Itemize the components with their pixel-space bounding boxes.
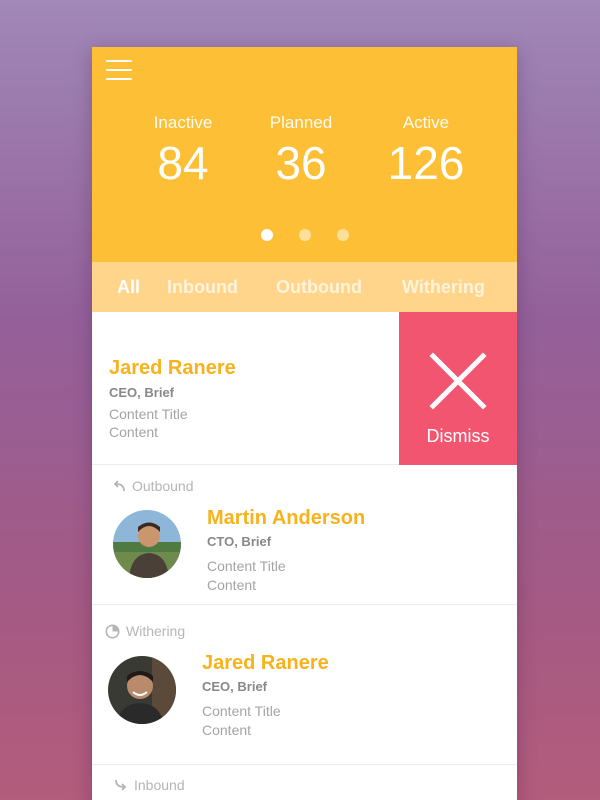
- category-tag: Outbound: [112, 478, 194, 494]
- tab-outbound[interactable]: Outbound: [276, 277, 362, 298]
- page-dot-3[interactable]: [336, 229, 349, 241]
- dismiss-label: Dismiss: [426, 426, 490, 446]
- hamburger-menu-icon[interactable]: [106, 60, 132, 82]
- page-indicator: [92, 229, 517, 241]
- page-dot-1[interactable]: [260, 229, 273, 241]
- category-tag: Inbound: [114, 777, 185, 793]
- header: Inactive 84 Planned 36 Active 126: [92, 47, 517, 262]
- inbound-arrow-icon: [115, 779, 127, 791]
- stat-label: Active: [402, 113, 450, 132]
- avatar[interactable]: [113, 510, 181, 578]
- contact-role: CTO, Brief: [207, 534, 272, 549]
- page-dot-2[interactable]: [298, 229, 311, 241]
- stat-active[interactable]: Active 126: [356, 113, 496, 191]
- tag-label: Outbound: [132, 478, 194, 494]
- list-item[interactable]: Outbound Martin Anderson CTO, Brief Cont…: [92, 465, 517, 605]
- content-text: Content: [202, 722, 252, 738]
- avatar[interactable]: [108, 656, 176, 724]
- tag-label: Inbound: [134, 777, 185, 793]
- list-item[interactable]: Jared Ranere CEO, Brief Content Title Co…: [92, 312, 517, 465]
- contact-name: Jared Ranere: [109, 357, 236, 379]
- stat-planned[interactable]: Planned 36: [231, 113, 371, 191]
- content-text: Content: [109, 424, 159, 440]
- stat-label: Planned: [269, 113, 333, 132]
- tab-inbound[interactable]: Inbound: [167, 277, 238, 298]
- content-title: Content Title: [202, 703, 281, 719]
- stat-value: 36: [275, 137, 327, 189]
- stat-value: 126: [387, 137, 465, 189]
- app-screen: Inactive 84 Planned 36 Active 126 All In…: [92, 47, 517, 800]
- list-item[interactable]: Inbound: [92, 765, 517, 800]
- category-tag: Withering: [105, 623, 185, 639]
- tab-withering[interactable]: Withering: [402, 277, 485, 298]
- content-title: Content Title: [207, 558, 286, 574]
- contact-name: Jared Ranere: [202, 652, 329, 674]
- filter-tabs: All Inbound Outbound Withering: [92, 262, 517, 312]
- dismiss-button[interactable]: Dismiss: [399, 312, 517, 465]
- close-icon: [429, 352, 487, 410]
- content-text: Content: [207, 577, 257, 593]
- contact-role: CEO, Brief: [202, 679, 268, 694]
- content-title: Content Title: [109, 406, 188, 422]
- list-item[interactable]: Withering Jared Ranere CEO, Brief Conten…: [92, 605, 517, 765]
- tag-label: Withering: [126, 623, 186, 639]
- reply-arrow-icon: [113, 480, 125, 492]
- contact-role: CEO, Brief: [109, 385, 175, 400]
- contact-name: Martin Anderson: [207, 507, 366, 529]
- timer-icon: [105, 624, 120, 638]
- tab-all[interactable]: All: [117, 277, 140, 298]
